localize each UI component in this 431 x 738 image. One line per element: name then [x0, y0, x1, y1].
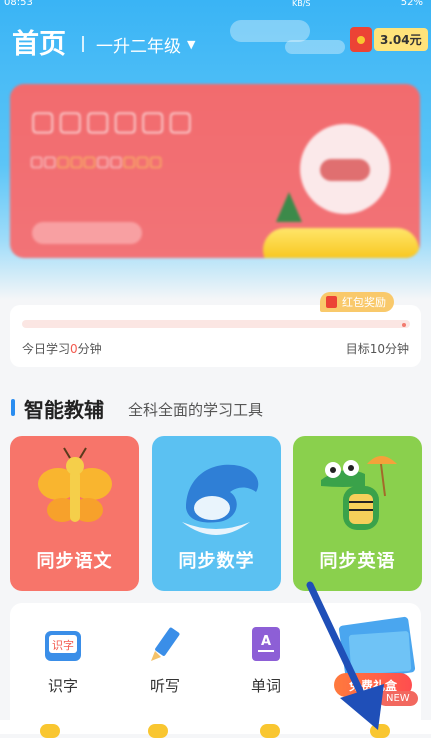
grade-selector[interactable]: 一升二年级 ▼	[96, 32, 195, 57]
section-accent-bar	[11, 399, 15, 416]
red-envelope-icon	[350, 27, 372, 52]
grade-label: 一升二年级	[96, 37, 181, 57]
cloud-decoration	[230, 20, 310, 42]
red-packet-reward-badge[interactable]: 红包奖励	[320, 292, 394, 312]
nav-home-icon[interactable]	[40, 724, 60, 738]
tool-tingxie[interactable]: 听写	[129, 625, 201, 696]
promo-banner[interactable]: ▢▢▢▢▢▢ ▢▢▢▢▢▢▢▢▢▢	[10, 84, 420, 258]
caret-down-icon: ▼	[187, 38, 196, 51]
page-title: 首页	[12, 29, 66, 60]
shizi-card-icon: 识字	[45, 631, 81, 661]
tree-decoration	[276, 192, 302, 222]
title-divider	[82, 36, 84, 52]
tiger-mascot-icon	[300, 124, 390, 214]
new-badge: NEW	[378, 691, 418, 706]
shizi-icon-text: 识字	[52, 638, 74, 652]
cloud-decoration	[285, 40, 345, 54]
nav-item-icon[interactable]	[370, 724, 390, 738]
tool-label: 识字	[47, 677, 78, 695]
study-progress-card	[10, 305, 421, 367]
card-chinese[interactable]: 同步语文	[10, 436, 139, 591]
word-book-icon-text: A	[261, 634, 271, 649]
red-packet-icon	[326, 296, 337, 308]
butterfly-icon	[38, 447, 112, 522]
crocodile-icon	[321, 456, 397, 530]
tool-label: 单词	[250, 677, 281, 695]
card-label: 同步英语	[319, 551, 396, 572]
red-envelope-balance[interactable]: 3.04元	[350, 27, 428, 52]
free-gift-box[interactable]: 免费礼盒 NEW	[330, 613, 420, 706]
reward-badge-label: 红包奖励	[342, 296, 386, 309]
card-label: 同步数学	[178, 551, 255, 572]
today-suffix: 分钟	[77, 342, 102, 356]
status-time: 08:53	[4, 0, 33, 8]
tool-shizi[interactable]: 识字 识字	[27, 625, 99, 696]
today-study-time: 今日学习0分钟	[22, 340, 102, 357]
today-minutes: 0	[70, 342, 78, 356]
tool-danci[interactable]: A 单词	[230, 625, 302, 696]
card-math[interactable]: 同步数学	[152, 436, 281, 591]
pencil-icon	[151, 627, 180, 661]
study-goal: 目标10分钟	[345, 342, 409, 356]
card-label: 同步语文	[36, 551, 113, 572]
nav-item-icon[interactable]	[148, 724, 168, 738]
tool-label: 听写	[149, 677, 180, 695]
card-english[interactable]: 同步英语	[293, 436, 422, 591]
banner-title: ▢▢▢▢▢▢	[30, 106, 196, 137]
banner-tag	[32, 222, 142, 244]
balance-amount: 3.04元	[374, 28, 428, 51]
section-subtitle: 全科全面的学习工具	[128, 401, 264, 419]
today-prefix: 今日学习	[22, 342, 71, 356]
status-battery: 52%	[400, 0, 423, 8]
progress-track	[22, 320, 410, 328]
progress-end-dot	[402, 323, 406, 327]
bottom-nav	[0, 720, 431, 738]
banner-cta-button[interactable]	[263, 228, 419, 258]
dolphin-icon	[182, 464, 259, 535]
section-title: 智能教辅	[24, 398, 104, 422]
gift-box-graphic	[348, 630, 412, 676]
nav-item-icon[interactable]	[260, 724, 280, 738]
word-book-icon: A	[252, 627, 280, 661]
banner-subtitle: ▢▢▢▢▢▢▢▢▢▢	[30, 154, 163, 170]
status-speed: KB/S	[292, 0, 311, 8]
status-bar: 08:53 KB/S 52%	[0, 0, 431, 14]
